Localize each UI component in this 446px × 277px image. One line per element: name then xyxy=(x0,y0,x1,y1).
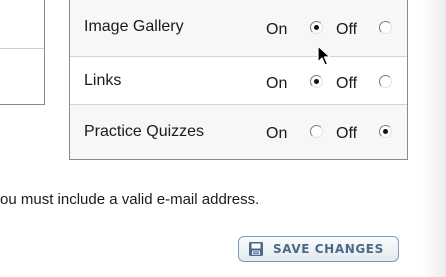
links-off-radio[interactable] xyxy=(379,75,392,88)
practice-quizzes-on-radio[interactable] xyxy=(310,125,323,138)
save-changes-label: SAVE CHANGES xyxy=(273,242,384,256)
image-gallery-off-radio[interactable] xyxy=(379,21,392,34)
left-panel-divider xyxy=(0,48,44,49)
option-label: Image Gallery xyxy=(84,18,184,35)
option-row-image-gallery: Image Gallery On Off xyxy=(70,0,407,57)
page-edge-shadow xyxy=(422,0,446,277)
on-label: On xyxy=(266,125,288,142)
feature-options-table: Image Gallery On Off Links On Off Practi… xyxy=(69,0,408,160)
links-on-radio[interactable] xyxy=(310,75,323,88)
practice-quizzes-off-radio[interactable] xyxy=(379,125,392,138)
option-label: Links xyxy=(84,72,122,89)
option-row-links: Links On Off xyxy=(70,57,407,105)
on-label: On xyxy=(266,75,288,92)
option-label: Practice Quizzes xyxy=(84,123,205,140)
image-gallery-on-radio[interactable] xyxy=(310,21,323,34)
on-label: On xyxy=(266,21,288,38)
option-row-practice-quizzes: Practice Quizzes On Off xyxy=(70,105,407,159)
floppy-disk-icon xyxy=(249,242,263,256)
save-changes-button[interactable]: SAVE CHANGES xyxy=(238,236,399,262)
validation-notice: ou must include a valid e-mail address. xyxy=(0,191,260,208)
off-label: Off xyxy=(336,21,358,38)
off-label: Off xyxy=(336,75,358,92)
left-panel xyxy=(0,0,45,105)
off-label: Off xyxy=(336,125,358,142)
